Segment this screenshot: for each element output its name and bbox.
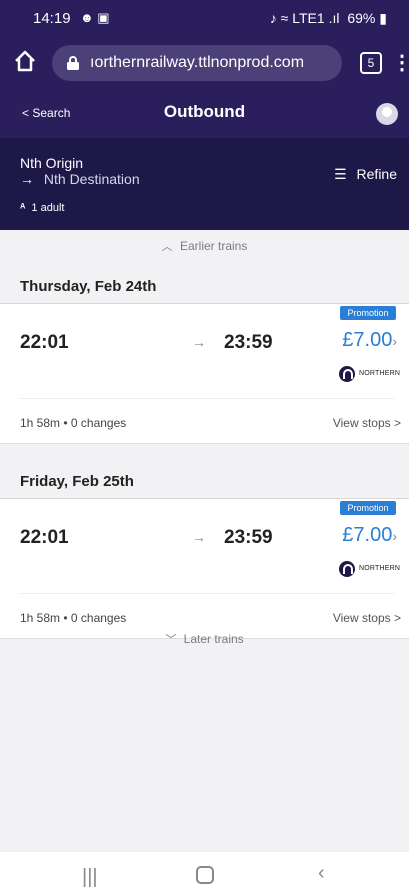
avatar[interactable] xyxy=(376,103,398,125)
divider xyxy=(20,593,395,594)
fare-price-value: £7.00 xyxy=(342,329,393,351)
fare-price[interactable]: £7.00› xyxy=(342,524,397,547)
app-header: < Search Outbound xyxy=(0,88,409,138)
passenger-count: ᴬ 1 adult xyxy=(20,202,64,214)
refine-label: Refine xyxy=(356,166,397,182)
operator-name: NORTHERN xyxy=(359,565,401,572)
filter-icon: ☰ xyxy=(334,166,347,182)
arrow-right-icon: → xyxy=(192,334,206,350)
home-icon xyxy=(15,50,35,72)
back-icon[interactable]: ‹ xyxy=(318,862,325,885)
browser-menu-button[interactable]: ⋮ xyxy=(392,50,409,76)
origin-station: Nth Origin xyxy=(20,155,84,171)
arrow-right-icon: → xyxy=(192,529,206,545)
fare-price-value: £7.00 xyxy=(342,524,393,546)
destination-row: → Nth Destination xyxy=(20,171,140,187)
fare-price[interactable]: £7.00› xyxy=(342,329,397,352)
journey-duration: 1h 58m • 0 changes xyxy=(20,416,127,430)
browser-home-button[interactable] xyxy=(12,48,42,78)
day-header: Friday, Feb 25th xyxy=(0,463,409,499)
status-bar: 14:19 ☻ ▣ ♪ ≈ LTE1 .ıl 69% ▮ xyxy=(0,0,409,38)
day-header: Thursday, Feb 24th xyxy=(0,268,409,304)
home-nav-icon[interactable] xyxy=(196,866,214,884)
earlier-trains-button[interactable]: ︿ Earlier trains xyxy=(0,238,409,254)
northern-logo-icon xyxy=(339,561,355,577)
destination-station: Nth Destination xyxy=(43,171,140,187)
operator-name: NORTHERN xyxy=(359,370,401,377)
divider xyxy=(20,398,395,399)
page-title: Outbound xyxy=(163,102,246,121)
chevron-up-icon: ︿ xyxy=(161,241,173,253)
later-trains-label: Later trains xyxy=(183,632,244,646)
arrival-time: 23:59 xyxy=(224,332,273,353)
arrow-right-icon: → xyxy=(20,171,34,187)
journey-card[interactable]: Promotion 22:01 → 23:59 £7.00› NORTHERN … xyxy=(0,499,409,639)
chevron-down-icon: ﹀ xyxy=(165,634,177,646)
journey-duration: 1h 58m • 0 changes xyxy=(20,611,127,625)
address-bar[interactable]: ıorthernrailway.ttlnonprod.com xyxy=(52,45,342,81)
battery-level: 69% xyxy=(347,10,376,26)
signal-icons: ♪ ≈ LTE1 .ıl xyxy=(269,10,340,26)
system-nav-bar: ||| ‹ xyxy=(0,852,409,895)
journey-card[interactable]: Promotion 22:01 → 23:59 £7.00› NORTHERN … xyxy=(0,304,409,444)
arrival-time: 23:59 xyxy=(224,527,273,548)
chevron-right-icon: › xyxy=(392,528,397,544)
view-stops-link[interactable]: View stops > xyxy=(333,416,401,430)
promotion-badge: Promotion xyxy=(340,306,396,320)
browser-toolbar: ıorthernrailway.ttlnonprod.com 5 ⋮ xyxy=(0,38,409,88)
earlier-trains-label: Earlier trains xyxy=(179,239,248,253)
battery-icon: ▮ xyxy=(379,10,387,26)
person-icon: ᴬ xyxy=(20,202,26,214)
status-time: 14:19 xyxy=(33,10,71,27)
promotion-badge: Promotion xyxy=(340,501,396,515)
status-notification-icons: ☻ ▣ xyxy=(80,10,110,25)
refine-button[interactable]: ☰ Refine xyxy=(334,166,397,183)
recent-apps-icon[interactable]: ||| xyxy=(82,866,98,889)
passengers-label: 1 adult xyxy=(31,202,65,214)
view-stops-link[interactable]: View stops > xyxy=(333,611,401,625)
chevron-right-icon: › xyxy=(392,333,397,349)
northern-logo-icon xyxy=(339,366,355,382)
url-text: ıorthernrailway.ttlnonprod.com xyxy=(90,54,305,71)
later-trains-button[interactable]: ﹀ Later trains xyxy=(0,631,409,647)
departure-time: 22:01 xyxy=(20,332,69,353)
tabs-button[interactable]: 5 xyxy=(360,52,382,74)
departure-time: 22:01 xyxy=(20,527,69,548)
status-icons: ♪ ≈ LTE1 .ıl 69% ▮ xyxy=(270,10,387,27)
journey-summary: Nth Origin → Nth Destination ☰ Refine ᴬ … xyxy=(0,138,409,230)
lock-icon xyxy=(67,56,79,70)
